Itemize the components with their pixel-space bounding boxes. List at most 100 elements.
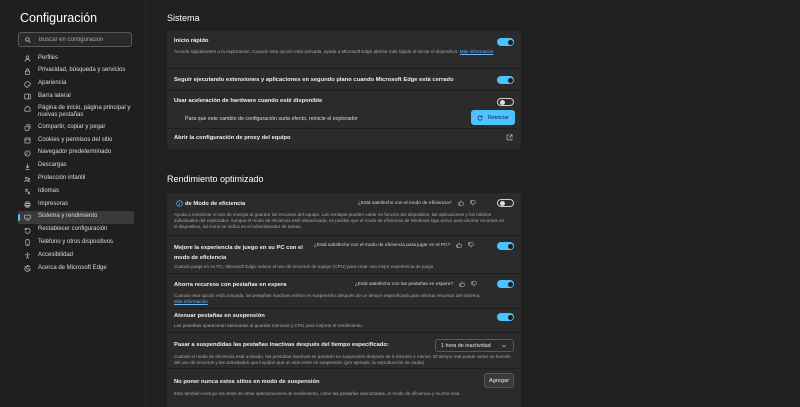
sidebar-item-pagina-inicio[interactable]: Página de inicio, página principal y nue… — [18, 103, 134, 121]
palette-icon — [24, 81, 31, 88]
row-never-sleep: No poner nunca estos sitios en modo de s… — [167, 369, 521, 407]
sidebar-item-barra-lateral[interactable]: Barra lateral — [18, 90, 134, 103]
inactive-tabs-desc: Cuando el modo de eficiencia está activa… — [174, 354, 511, 365]
thumbs-down-icon[interactable] — [471, 281, 477, 287]
never-sleep-desc: Esto también excluye los sitios de otras… — [174, 391, 461, 396]
chevron-down-icon — [501, 344, 507, 347]
startup-boost-learn-more-link[interactable]: Más información — [460, 49, 494, 54]
sidebar-item-label: Restablecer configuración — [38, 226, 108, 233]
sidebar-item-label: Apariencia — [38, 80, 67, 87]
sleeping-tabs-toggle[interactable] — [497, 280, 514, 288]
sidebar-item-accesibilidad[interactable]: Accesibilidad — [18, 249, 134, 262]
system-icon — [24, 214, 31, 221]
info-icon[interactable] — [176, 200, 183, 207]
cookie-icon — [24, 137, 31, 144]
restart-message: Para que este cambio de configuración su… — [185, 116, 358, 122]
share-icon — [24, 124, 31, 132]
fade-tabs-toggle[interactable] — [497, 313, 514, 321]
sleeping-tabs-desc: Cuando esta opción está activada, las pe… — [174, 293, 519, 305]
sidebar-title: Configuración — [20, 11, 98, 25]
startup-boost-label: Inicio rápido — [174, 38, 209, 44]
row-proxy[interactable]: Abrir la configuración de proxy del equi… — [167, 129, 521, 149]
sidebar-item-label: Teléfono y otros dispositivos — [38, 238, 114, 245]
hardware-acceleration-label: Usar aceleración de hardware cuando esté… — [174, 98, 323, 104]
sidebar-item-sistema[interactable]: Sistema y rendimiento — [18, 210, 134, 224]
efficiency-feedback: ¿Está satisfecho con el modo de eficienc… — [358, 200, 476, 206]
sidebar-item-label: Navegador predeterminado — [38, 149, 112, 156]
restart-button[interactable]: Reiniciar — [471, 110, 515, 125]
sidebar-item-privacidad[interactable]: Privacidad, búsqueda y servicios — [18, 65, 134, 78]
sidebar-icon — [24, 94, 31, 100]
startup-boost-toggle[interactable] — [497, 38, 514, 46]
inactive-timeout-select[interactable]: 1 hora de inactividad — [435, 339, 514, 352]
thumbs-down-icon[interactable] — [468, 242, 475, 248]
row-sleeping-tabs: Ahorra recursos con pestañas en espera ¿… — [167, 274, 521, 309]
sidebar-item-cookies[interactable]: Cookies y permisos del sitio — [18, 134, 134, 147]
sleeping-tabs-feedback-text: ¿Está satisfecho con las pestañas en esp… — [355, 281, 454, 287]
add-site-button[interactable]: Agregar — [484, 373, 514, 388]
external-link-icon[interactable] — [506, 134, 513, 141]
accessibility-icon — [25, 252, 30, 259]
sleeping-tabs-desc-text: Cuando esta opción está activada, las pe… — [174, 293, 481, 298]
never-sleep-label: No poner nunca estos sitios en modo de s… — [174, 379, 320, 385]
sidebar-item-label: Idiomas — [38, 187, 60, 194]
sidebar-item-apariencia[interactable]: Apariencia — [18, 78, 134, 91]
home-icon — [24, 105, 31, 112]
profile-icon — [24, 55, 31, 62]
sidebar-item-idiomas[interactable]: Idiomas — [18, 185, 134, 198]
printer-icon — [24, 201, 31, 208]
row-hardware-acceleration: Usar aceleración de hardware cuando esté… — [167, 91, 521, 129]
sidebar-item-label: Descargas — [38, 162, 67, 169]
sidebar-item-impresoras[interactable]: Impresoras — [18, 198, 134, 211]
sidebar-item-label: Accesibilidad — [38, 251, 74, 258]
thumbs-down-icon[interactable] — [470, 200, 476, 206]
sidebar-item-label: Página de inicio, página principal y nue… — [38, 104, 131, 119]
hardware-acceleration-toggle[interactable] — [497, 98, 514, 106]
sidebar-item-label: Cookies y permisos del sitio — [38, 136, 113, 143]
sidebar-item-restablecer[interactable]: Restablecer configuración — [18, 224, 134, 237]
sleeping-tabs-feedback: ¿Está satisfecho con las pestañas en esp… — [355, 281, 477, 287]
edge-logo-icon — [24, 265, 31, 272]
sidebar-item-label: Sistema y rendimiento — [38, 213, 98, 220]
sidebar-item-label: Barra lateral — [38, 92, 71, 99]
background-extensions-toggle[interactable] — [497, 76, 514, 84]
sidebar: Configuración Perfiles Privacidad, búsqu… — [0, 0, 146, 407]
search-box[interactable] — [18, 32, 132, 47]
startup-boost-desc: Acceda rápidamente a la exploración. Cua… — [174, 49, 506, 55]
row-fade-tabs: Atenuar pestañas en suspensión Las pesta… — [167, 309, 521, 333]
thumbs-up-icon[interactable] — [459, 281, 465, 287]
restart-button-label: Reiniciar — [488, 114, 509, 121]
row-efficiency-mode: de Modo de eficiencia ¿Está satisfecho c… — [167, 193, 521, 236]
gaming-label: Mejore la experiencia de juego en su PC … — [174, 245, 303, 261]
startup-boost-desc-text: Acceda rápidamente a la exploración. Cua… — [174, 49, 459, 54]
sidebar-item-perfiles[interactable]: Perfiles — [18, 52, 134, 65]
browser-icon — [24, 150, 31, 157]
section-title-rendimiento: Rendimiento optimizado — [167, 174, 264, 184]
gaming-desc: Cuando juega en su PC, Microsoft Edge re… — [174, 264, 435, 269]
thumbs-up-icon[interactable] — [458, 200, 464, 206]
row-inactive-tabs: Pasar a suspendidas las pestañas inactiv… — [167, 333, 521, 369]
phone-icon — [25, 239, 30, 247]
proxy-label: Abrir la configuración de proxy del equi… — [174, 135, 291, 141]
sidebar-item-acerca-de[interactable]: Acerca de Microsoft Edge — [18, 262, 134, 275]
refresh-icon — [477, 115, 483, 120]
main-content: Sistema Inicio rápido Acceda rápidamente… — [146, 0, 800, 407]
sidebar-item-navegador[interactable]: Navegador predeterminado — [18, 147, 134, 160]
family-icon — [24, 176, 31, 182]
reset-icon — [24, 227, 31, 234]
sidebar-item-label: Protección infantil — [38, 175, 86, 182]
thumbs-up-icon[interactable] — [456, 242, 463, 248]
gaming-toggle[interactable] — [497, 242, 514, 250]
sidebar-item-proteccion-infantil[interactable]: Protección infantil — [18, 172, 134, 185]
efficiency-mode-toggle[interactable] — [497, 199, 514, 207]
inactive-timeout-value: 1 hora de inactividad — [441, 342, 491, 349]
sleeping-tabs-learn-more-link[interactable]: Más información — [174, 299, 208, 304]
sidebar-item-label: Perfiles — [38, 54, 59, 61]
sidebar-item-descargas[interactable]: Descargas — [18, 160, 134, 173]
background-extensions-label: Seguir ejecutando extensiones y aplicaci… — [174, 77, 454, 83]
gaming-feedback-text: ¿Está satisfecho con el modo de eficienc… — [314, 242, 451, 248]
sidebar-item-telefono[interactable]: Teléfono y otros dispositivos — [18, 236, 134, 249]
lock-icon — [24, 68, 31, 75]
sidebar-item-compartir[interactable]: Compartir, copiar y pegar — [18, 121, 134, 134]
search-input[interactable] — [38, 36, 131, 43]
